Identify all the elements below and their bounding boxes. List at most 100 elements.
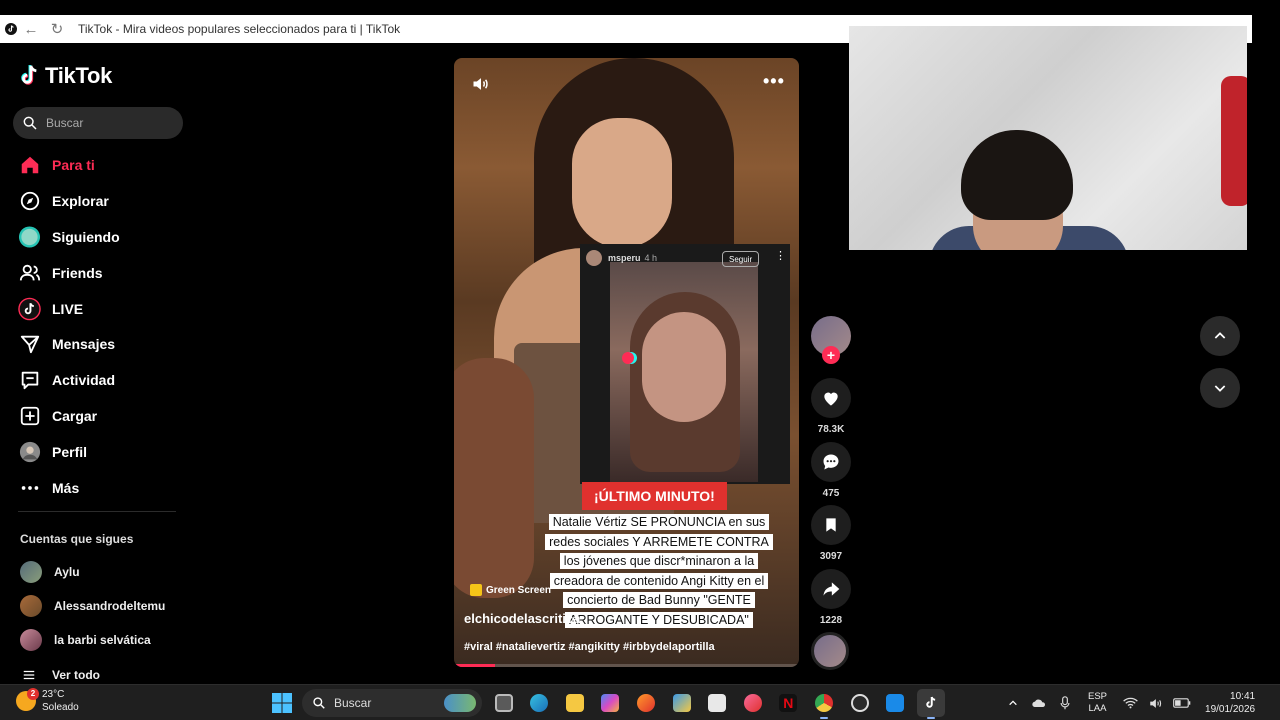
snipping-tool-icon[interactable] <box>703 689 731 717</box>
volume-icon[interactable] <box>1145 692 1167 714</box>
chevron-down-icon <box>1214 385 1226 392</box>
windows-start-icon[interactable] <box>268 689 296 717</box>
list-icon <box>23 670 35 680</box>
nav-label: Cargar <box>52 408 98 425</box>
share-action[interactable]: 1228 <box>810 569 852 626</box>
netflix-icon[interactable]: N <box>774 689 802 717</box>
search-input[interactable] <box>46 116 166 130</box>
wifi-icon[interactable] <box>1119 692 1141 714</box>
video-scene <box>572 118 672 248</box>
following-account-item[interactable]: Aylu <box>20 555 195 589</box>
window-app-icon[interactable] <box>881 689 909 717</box>
webcam-scene <box>1221 76 1247 206</box>
tiktok-favicon-icon <box>4 22 18 36</box>
video-scene <box>454 358 534 598</box>
chevron-up-icon[interactable] <box>1002 692 1024 714</box>
nav-item-live[interactable]: LIVE <box>18 291 188 327</box>
system-clock[interactable]: 10:41 19/01/2026 <box>1205 690 1255 716</box>
store-icon[interactable] <box>668 689 696 717</box>
next-video-button[interactable] <box>1200 368 1240 408</box>
music-disc-avatar[interactable] <box>811 632 849 670</box>
green-screen-inset: msperu 4 h Seguir ⋮ <box>580 244 790 484</box>
webcam-scene <box>961 130 1073 220</box>
obs-icon[interactable] <box>846 689 874 717</box>
search-highlight-image <box>444 694 476 712</box>
effect-tag[interactable]: Green Screen <box>470 584 551 596</box>
nav-item-cargar[interactable]: Cargar <box>18 398 188 434</box>
profile-avatar-icon <box>18 441 41 464</box>
system-tray: ESP LAA 10:41 19/01/2026 <box>1000 688 1255 718</box>
notification-badge: 2 <box>27 688 39 700</box>
weather-widget[interactable]: 2 23°C Soleado <box>16 688 79 714</box>
reload-icon[interactable]: ↻ <box>44 15 70 43</box>
volume-icon[interactable] <box>471 74 491 99</box>
following-account-item[interactable]: la barbi selvática <box>20 623 195 657</box>
avatar <box>20 595 42 617</box>
nav-label: Friends <box>52 264 103 281</box>
bookmark-icon <box>811 505 851 545</box>
sun-icon: 2 <box>16 688 39 711</box>
tiktok-logo-icon <box>21 65 37 85</box>
more-dots-icon[interactable]: ••• <box>763 71 785 92</box>
progress-fill <box>454 664 496 667</box>
follow-plus-icon[interactable]: + <box>822 346 840 364</box>
like-action[interactable]: 78.3K <box>810 378 852 435</box>
following-accounts-title: Cuentas que sigues <box>20 532 134 546</box>
nav-label: Mensajes <box>52 336 116 353</box>
task-view-icon[interactable] <box>490 689 518 717</box>
nav-item-explorar[interactable]: Explorar <box>18 183 188 219</box>
tiktok-logo[interactable]: TikTok <box>18 63 112 89</box>
send-icon <box>18 333 41 356</box>
nav-item-mensajes[interactable]: Mensajes <box>18 326 188 362</box>
previous-video-button[interactable] <box>1200 316 1240 356</box>
comment-icon <box>811 442 851 482</box>
nav-item-actividad[interactable]: Actividad <box>18 362 188 398</box>
music-app-icon[interactable] <box>739 689 767 717</box>
taskbar-search-label: Buscar <box>334 696 372 710</box>
comment-action[interactable]: 475 <box>810 442 852 499</box>
language: ESP <box>1088 691 1108 702</box>
nav-item-siguiendo[interactable]: Siguiendo <box>18 219 188 255</box>
edge-icon[interactable] <box>525 689 553 717</box>
copilot-icon[interactable] <box>596 689 624 717</box>
search-icon <box>23 116 37 130</box>
microphone-icon[interactable] <box>1054 692 1076 714</box>
logo-text: TikTok <box>45 63 113 88</box>
back-arrow-icon[interactable]: ← <box>18 15 44 43</box>
taskbar-search[interactable]: Buscar <box>302 689 482 717</box>
language-indicator[interactable]: ESP LAA <box>1088 691 1107 715</box>
save-action[interactable]: 3097 <box>810 505 852 562</box>
effect-label: Green Screen <box>486 584 552 596</box>
nav-item-para-ti[interactable]: Para ti <box>18 147 188 183</box>
nav-item-mas[interactable]: Más <box>18 470 188 506</box>
nav-label: Siguiendo <box>52 228 120 245</box>
video-hashtags[interactable]: #viral #natalievertiz #angikitty #irbbyd… <box>464 641 715 653</box>
nav-label: Actividad <box>52 372 116 389</box>
file-explorer-icon[interactable] <box>561 689 589 717</box>
see-all-link[interactable]: Ver todo <box>22 667 100 683</box>
battery-icon[interactable] <box>1171 692 1193 714</box>
nav-item-friends[interactable]: Friends <box>18 255 188 291</box>
more-dots-icon <box>18 476 41 499</box>
inset-scene <box>642 312 726 422</box>
tab-title: TikTok - Mira videos populares seleccion… <box>78 22 401 36</box>
friends-icon <box>18 261 41 284</box>
like-count: 78.3K <box>817 424 845 435</box>
following-account-item[interactable]: Alessandrodeltemu <box>20 589 195 623</box>
sidebar: TikTok Para ti Explorar Siguiendo <box>0 43 196 685</box>
search-icon <box>313 697 325 709</box>
search-box[interactable] <box>13 107 183 139</box>
region: LAA <box>1088 703 1107 714</box>
nav-item-perfil[interactable]: Perfil <box>18 434 188 470</box>
onedrive-icon[interactable] <box>1028 692 1050 714</box>
firefox-icon[interactable] <box>632 689 660 717</box>
taskbar-apps: Buscar N <box>268 688 945 719</box>
tiktok-dot-icon <box>622 352 634 364</box>
clock-date: 19/01/2026 <box>1205 704 1256 715</box>
video-progress-bar[interactable] <box>454 664 799 667</box>
chrome-icon[interactable] <box>810 689 838 719</box>
account-name: la barbi selvática <box>54 633 151 647</box>
video-player[interactable]: msperu 4 h Seguir ⋮ ••• ¡ÚLTIMO MINUTO! … <box>454 58 799 667</box>
tiktok-taskbar-icon[interactable] <box>916 689 945 719</box>
video-author[interactable]: elchicodelascritica <box>464 611 580 626</box>
